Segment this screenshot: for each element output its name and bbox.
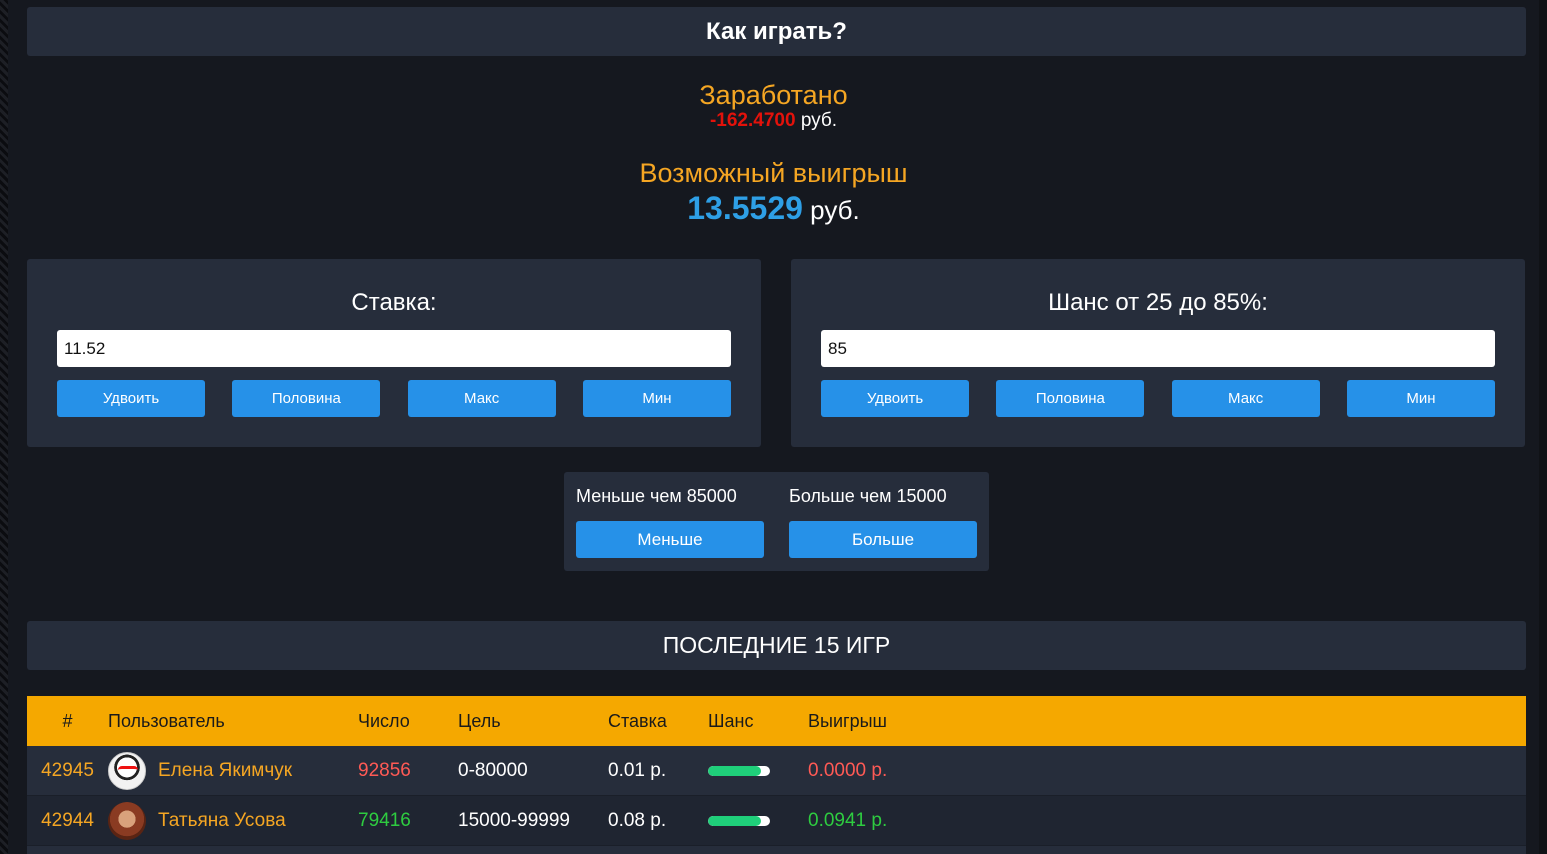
- table-row: 42945 Елена Якимчук 92856 0-80000 0.01 р…: [27, 746, 1526, 796]
- avatar: [108, 801, 146, 840]
- table-header: # Пользователь Число Цель Ставка Шанс Вы…: [27, 696, 1526, 746]
- col-header-id: #: [62, 710, 73, 731]
- higher-label: Больше чем 15000: [789, 486, 947, 506]
- chance-max-button[interactable]: Макс: [1171, 380, 1320, 417]
- col-header-number: Число: [358, 710, 410, 731]
- bet-title: Ставка:: [351, 289, 437, 316]
- chance-bar: [708, 765, 770, 776]
- bet-button-row: Удвоить Половина Макс Мин: [57, 380, 731, 417]
- row-target: 0-80000: [458, 759, 528, 781]
- possible-win-line: 13.5529 руб.: [0, 190, 1547, 227]
- row-target: 15000-99999: [458, 809, 570, 831]
- possible-win-label: Возможный выигрыш: [639, 158, 908, 188]
- row-id: 42945: [41, 759, 94, 781]
- higher-button[interactable]: Больше: [789, 521, 977, 558]
- bet-min-button[interactable]: Мин: [582, 380, 731, 417]
- chance-fill: [708, 815, 761, 826]
- row-number: 92856: [358, 759, 411, 781]
- col-header-bet: Ставка: [608, 710, 667, 731]
- table-row: 42944 Татьяна Усова 79416 15000-99999 0.…: [27, 796, 1526, 846]
- avatar: [108, 751, 146, 790]
- bet-half-button[interactable]: Половина: [232, 380, 381, 417]
- how-to-play-label: Как играть?: [706, 17, 847, 45]
- row-chance: [708, 815, 808, 826]
- row-win: 0.0000 р.: [808, 759, 888, 781]
- play-box: Меньше чем 85000 Меньше Больше чем 15000…: [564, 472, 989, 571]
- possible-win-value: 13.5529: [687, 190, 803, 226]
- col-header-win: Выигрыш: [808, 710, 887, 731]
- bet-card: Ставка: Удвоить Половина Макс Мин: [27, 259, 761, 447]
- row-user[interactable]: Татьяна Усова: [108, 801, 358, 840]
- chance-button-row: Удвоить Половина Макс Мин: [821, 380, 1495, 417]
- lower-label: Меньше чем 85000: [576, 486, 737, 506]
- chance-title: Шанс от 25 до 85%:: [1048, 289, 1268, 316]
- earned-currency: руб.: [800, 110, 838, 131]
- lower-button[interactable]: Меньше: [576, 521, 764, 558]
- history-table: # Пользователь Число Цель Ставка Шанс Вы…: [27, 696, 1526, 846]
- bet-double-button[interactable]: Удвоить: [57, 380, 205, 417]
- table-row-partial: [27, 846, 1526, 854]
- higher-column: Больше чем 15000 Больше: [789, 486, 977, 558]
- row-user[interactable]: Елена Якимчук: [108, 751, 358, 790]
- bet-max-button[interactable]: Макс: [407, 380, 556, 417]
- lower-column: Меньше чем 85000 Меньше: [576, 486, 764, 558]
- chance-fill: [708, 765, 761, 776]
- bet-input[interactable]: [57, 330, 731, 367]
- earned-value: -162.4700: [709, 110, 796, 131]
- user-name: Елена Якимчук: [158, 759, 293, 781]
- chance-card: Шанс от 25 до 85%: Удвоить Половина Макс…: [791, 259, 1525, 447]
- col-header-chance: Шанс: [708, 710, 754, 731]
- chance-input[interactable]: [821, 330, 1495, 367]
- user-name: Татьяна Усова: [158, 809, 286, 831]
- row-win: 0.0941 р.: [808, 809, 888, 831]
- row-bet: 0.01 р.: [608, 759, 667, 781]
- earned-value-line: -162.4700 руб.: [0, 110, 1547, 132]
- history-title: ПОСЛЕДНИЕ 15 ИГР: [662, 632, 891, 658]
- chance-double-button[interactable]: Удвоить: [821, 380, 969, 417]
- col-header-user: Пользователь: [108, 710, 225, 731]
- earned-label: Заработано: [699, 80, 848, 110]
- row-bet: 0.08 р.: [608, 809, 667, 831]
- row-chance: [708, 765, 808, 776]
- chance-half-button[interactable]: Половина: [996, 380, 1145, 417]
- row-id: 42944: [41, 809, 94, 831]
- how-to-play-button[interactable]: Как играть?: [27, 7, 1526, 56]
- chance-min-button[interactable]: Мин: [1346, 380, 1495, 417]
- row-number: 79416: [358, 809, 411, 831]
- col-header-target: Цель: [458, 710, 501, 731]
- chance-bar: [708, 815, 770, 826]
- history-title-bar: ПОСЛЕДНИЕ 15 ИГР: [27, 621, 1526, 670]
- possible-win-currency: руб.: [810, 195, 860, 225]
